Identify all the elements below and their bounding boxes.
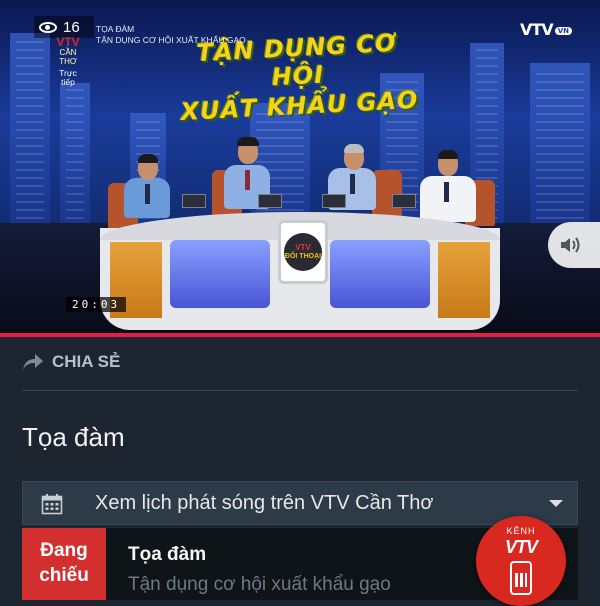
divider: [22, 390, 578, 391]
tie: [245, 170, 250, 190]
now-playing-subtitle: Tận dụng cơ hội xuất khẩu gạo: [128, 574, 391, 595]
hair: [138, 154, 158, 163]
backdrop-building: [10, 33, 50, 233]
timecode: 20:03: [66, 297, 127, 312]
program-caption: TỌA ĐÀM TẬN DỤNG CƠ HỘI XUẤT KHẨU GẠO: [96, 24, 246, 45]
desk-panel-blue: [170, 240, 270, 308]
view-count: 16: [63, 18, 80, 36]
channel-button[interactable]: KÊNH VTV: [476, 516, 566, 606]
laptop: [258, 194, 282, 208]
laptop: [392, 194, 416, 208]
vtv-logo-suffix: VN: [554, 26, 572, 35]
channel-logo: VTV CẦN THƠ Trực tiếp: [52, 35, 84, 88]
hair: [237, 137, 259, 146]
program-title: Tọa đàm: [22, 422, 125, 452]
video-player[interactable]: TẬN DỤNG CƠ HỘI XUẤT KHẨU GẠO VTV ĐỐI TH…: [0, 0, 600, 333]
channel-button-brand: VTV: [504, 537, 538, 557]
channel-button-label: KÊNH: [506, 526, 536, 536]
channel-logo-sub: CẦN THƠ: [59, 48, 77, 66]
eye-icon: [39, 21, 57, 33]
laptop: [322, 194, 346, 208]
tie: [350, 174, 355, 194]
chair: [372, 170, 402, 216]
live-label: Trực tiếp: [59, 67, 77, 88]
volume-button[interactable]: [548, 222, 600, 268]
chevron-down-icon: [549, 499, 563, 507]
share-button[interactable]: CHIA SẺ: [22, 352, 120, 372]
desk-logo-top: VTV: [295, 242, 311, 252]
badge-line2: chiếu: [39, 565, 89, 586]
backdrop-building: [530, 63, 590, 233]
schedule-dropdown[interactable]: Xem lịch phát sóng trên VTV Cần Thơ: [22, 481, 578, 525]
tie: [145, 184, 150, 204]
desk-logo-bottom: ĐỐI THOẠI: [284, 252, 322, 260]
calendar-icon: [41, 493, 63, 515]
progress-bar[interactable]: [0, 333, 600, 337]
speaker-icon: [561, 237, 580, 253]
desk-panel-blue: [330, 240, 430, 308]
desk-logo: VTV ĐỐI THOẠI: [278, 220, 328, 284]
backdrop-building: [60, 83, 90, 233]
remote-icon: [510, 561, 532, 595]
desk-panel-orange: [438, 242, 490, 318]
now-playing-title: Tọa đàm: [128, 544, 207, 565]
schedule-label: Xem lịch phát sóng trên VTV Cần Thơ: [95, 491, 434, 514]
hair: [344, 144, 364, 153]
hair: [438, 150, 458, 159]
program-category: TỌA ĐÀM: [96, 24, 135, 34]
tie: [444, 182, 449, 202]
vtv-logo-text: VTV: [520, 20, 554, 39]
program-name: TẬN DỤNG CƠ HỘI XUẤT KHẨU GẠO: [96, 34, 246, 45]
share-label: CHIA SẺ: [52, 352, 121, 371]
studio-desk: VTV ĐỐI THOẠI: [100, 212, 500, 330]
vtv-logo: VTV VN: [520, 20, 572, 39]
share-icon: [23, 354, 43, 370]
now-playing-badge: Đang chiếu: [22, 528, 106, 600]
badge-line1: Đang: [40, 540, 88, 562]
laptop: [182, 194, 206, 208]
